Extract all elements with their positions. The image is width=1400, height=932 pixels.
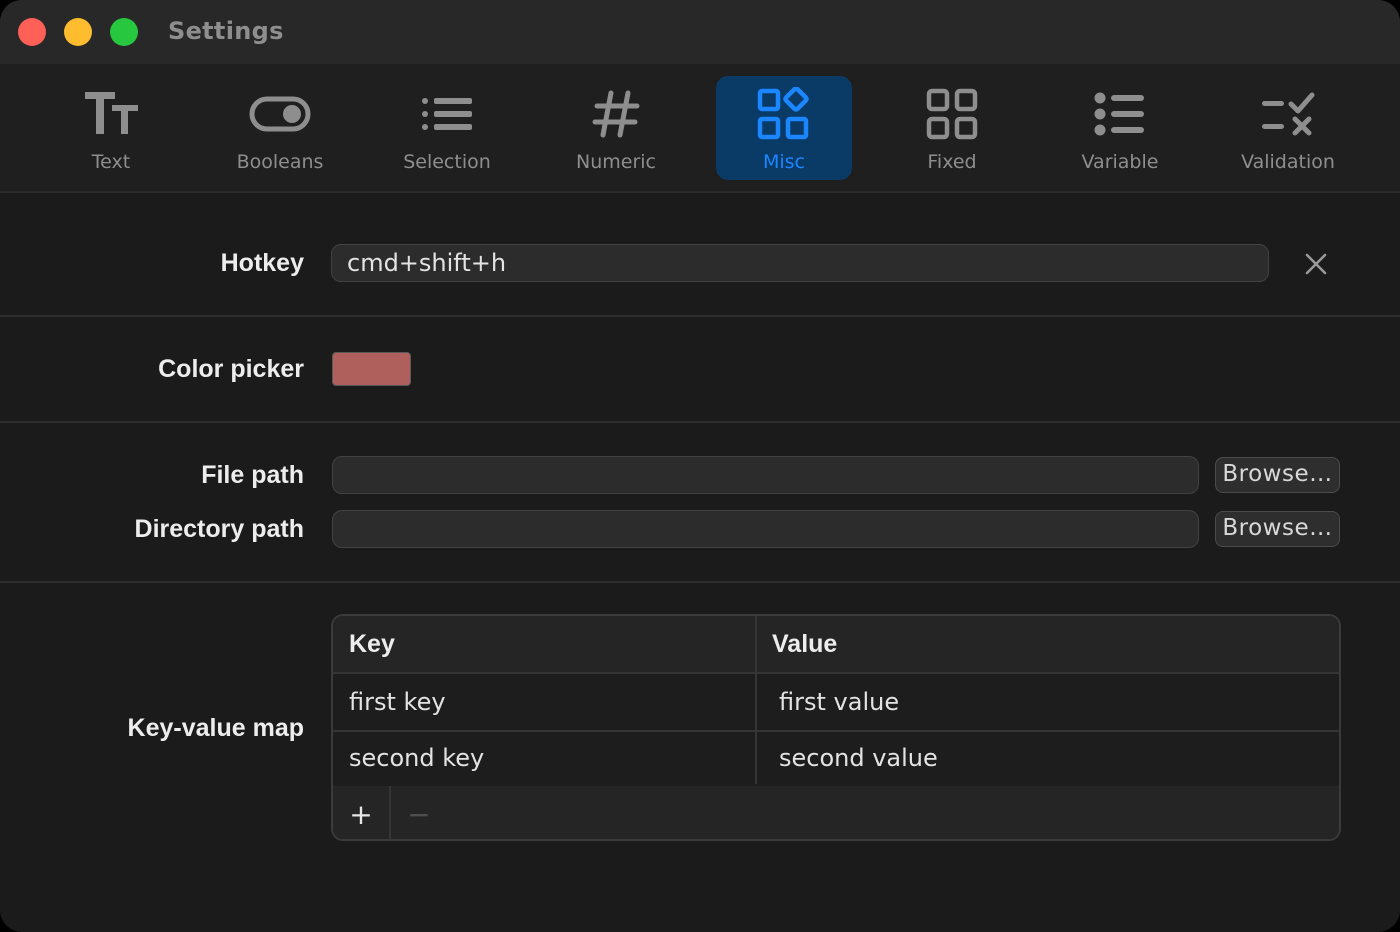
toggle-icon <box>212 86 348 142</box>
tab-selection[interactable]: Selection <box>379 76 515 180</box>
browse-directory-button[interactable]: Browse… <box>1215 511 1340 547</box>
settings-window: Settings Text Booleans Selection Numeric… <box>0 0 1400 932</box>
tab-validation[interactable]: Validation <box>1220 76 1356 180</box>
tab-variable[interactable]: Variable <box>1052 76 1188 180</box>
zoom-window-button[interactable] <box>110 18 138 46</box>
window-title: Settings <box>168 17 284 45</box>
key-cell[interactable]: first key <box>349 674 446 730</box>
tab-label: Fixed <box>927 151 977 173</box>
tab-numeric[interactable]: Numeric <box>548 76 684 180</box>
checklist-icon <box>1220 86 1356 142</box>
tab-misc[interactable]: Misc <box>716 76 852 180</box>
bullet-list-icon <box>1052 86 1188 142</box>
value-cell[interactable]: second value <box>779 730 938 786</box>
value-column-header[interactable]: Value <box>772 616 837 672</box>
add-row-button[interactable]: + <box>333 786 389 839</box>
file-path-label: File path <box>201 461 304 489</box>
table-footer: + − <box>333 786 1339 839</box>
directory-path-field[interactable] <box>332 510 1199 548</box>
tab-booleans[interactable]: Booleans <box>212 76 348 180</box>
toolbar: Text Booleans Selection Numeric Misc Fix… <box>0 64 1400 193</box>
color-swatch[interactable] <box>332 352 411 386</box>
key-column-header[interactable]: Key <box>349 616 395 672</box>
tab-fixed[interactable]: Fixed <box>884 76 1020 180</box>
title-bar: Settings <box>0 0 1400 64</box>
close-window-button[interactable] <box>18 18 46 46</box>
hotkey-label: Hotkey <box>220 249 304 277</box>
grid-icon <box>884 86 1020 142</box>
remove-row-button[interactable]: − <box>391 786 447 839</box>
paths-section <box>0 423 1400 583</box>
column-divider <box>755 616 757 784</box>
key-value-table: Key Value first key first value second k… <box>331 614 1341 841</box>
tab-label: Misc <box>762 151 806 173</box>
browse-file-button[interactable]: Browse… <box>1215 457 1340 493</box>
tab-text[interactable]: Text <box>43 76 179 180</box>
tab-label: Text <box>91 151 131 173</box>
table-row[interactable]: second key second value <box>333 730 1339 788</box>
tab-label: Validation <box>1241 151 1335 173</box>
text-format-icon <box>43 86 179 142</box>
color-picker-label: Color picker <box>158 355 304 383</box>
hotkey-field[interactable]: cmd+shift+h <box>331 244 1269 282</box>
apps-grid-icon <box>716 86 852 142</box>
table-row[interactable]: first key first value <box>333 674 1339 732</box>
table-header: Key Value <box>333 616 1339 674</box>
tab-label: Numeric <box>576 151 656 173</box>
key-cell[interactable]: second key <box>349 730 484 786</box>
value-cell[interactable]: first value <box>779 674 899 730</box>
tab-label: Variable <box>1081 151 1159 173</box>
number-sign-icon <box>548 86 684 142</box>
clear-hotkey-button[interactable] <box>1300 248 1332 280</box>
directory-path-label: Directory path <box>134 515 304 543</box>
list-icon <box>379 86 515 142</box>
close-icon <box>1305 253 1327 275</box>
file-path-field[interactable] <box>332 456 1199 494</box>
tab-label: Booleans <box>236 151 324 173</box>
tab-label: Selection <box>403 151 491 173</box>
minimize-window-button[interactable] <box>64 18 92 46</box>
key-value-map-label: Key-value map <box>127 714 304 742</box>
